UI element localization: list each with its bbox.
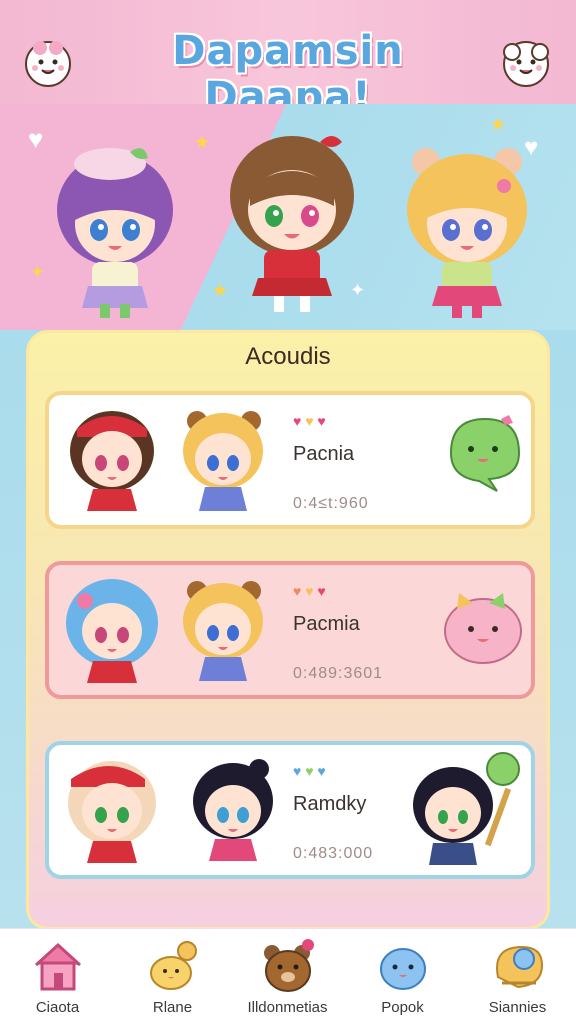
nav-item-rlane[interactable]: Rlane (115, 929, 230, 1024)
account-card[interactable]: ♥ ♥ ♥ Pacnia 0:4≤t:960 (45, 391, 535, 529)
reaction-icons: ♥ ♥ ♥ (293, 413, 326, 429)
reaction-icons: ♥ ♥ ♥ (293, 763, 326, 779)
nav-item-ciaota[interactable]: Ciaota (0, 929, 115, 1024)
brown-hair-character (230, 136, 354, 312)
nav-label: Popok (381, 999, 424, 1016)
house-icon (34, 942, 82, 991)
star-icon: ★ (194, 132, 211, 152)
accounts-panel: Acoudis ♥ ♥ ♥ Pacnia 0:4≤t:960 ♥ ♥ ♥ Pac… (26, 330, 550, 930)
nav-item-siannies[interactable]: Siannies (460, 929, 575, 1024)
nav-label: Ciaota (35, 999, 80, 1016)
card-code: 0:483:000 (293, 845, 374, 862)
nav-label: Illdonmetias (247, 999, 328, 1016)
smiling-mascot-icon (25, 41, 71, 87)
blonde-bear-ear-character (407, 148, 527, 318)
app-header: Dapamsin Daapa! (0, 0, 576, 120)
card-name: Pacnia (293, 443, 355, 465)
character-with-pet-icon (413, 752, 520, 865)
star-icon: ★ (490, 114, 507, 134)
character-banner: ★ ★ ✦ ★ ✦ ♥ ♥ (0, 104, 576, 330)
avatar (66, 579, 158, 683)
green-slime-pet-icon (449, 415, 521, 492)
nav-label: Rlane (152, 999, 193, 1016)
purple-hair-character (57, 148, 173, 318)
ribbon-icon (496, 945, 544, 989)
card-name: Pacmia (293, 613, 360, 635)
account-card[interactable]: ♥ ♥ ♥ Pacmia 0:489:3601 (45, 561, 535, 699)
reaction-icons: ♥ ♥ ♥ (293, 583, 326, 599)
content-area: Acoudis ♥ ♥ ♥ Pacnia 0:4≤t:960 ♥ ♥ ♥ Pac… (0, 330, 576, 930)
avatar (193, 759, 273, 861)
chick-icon (150, 941, 197, 990)
bottom-nav: Ciaota Rlane Illdonmetias Popok Siannies (0, 928, 576, 1024)
card-code: 0:4≤t:960 (293, 495, 369, 512)
section-title: Acoudis (245, 343, 331, 370)
bear-icon (264, 939, 314, 992)
card-code: 0:489:3601 (293, 665, 384, 682)
avatar (68, 761, 156, 863)
nav-label: Siannies (488, 999, 547, 1016)
account-card[interactable]: ♥ ♥ ♥ Ramdky 0:483:000 (45, 741, 535, 879)
avatar (70, 411, 154, 511)
nav-item-popok[interactable]: Popok (345, 929, 460, 1024)
blob-icon (380, 948, 426, 990)
avatar (183, 581, 263, 681)
avatar (183, 411, 263, 511)
smiling-mascot-icon (503, 41, 549, 87)
nav-item-illdonmetias[interactable]: Illdonmetias (230, 929, 345, 1024)
card-name: Ramdky (293, 793, 367, 815)
pink-blob-pet-icon (444, 593, 522, 664)
